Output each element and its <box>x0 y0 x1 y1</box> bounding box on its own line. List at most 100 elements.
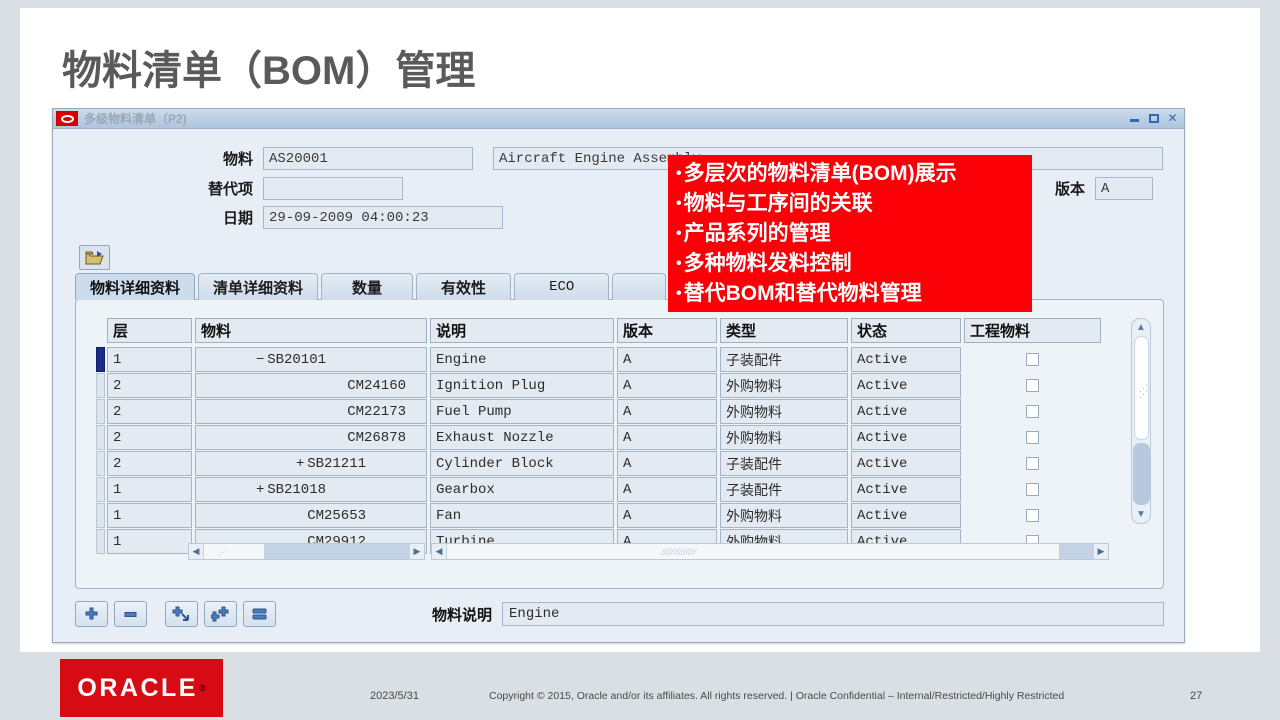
tree-toggle-icon[interactable]: − <box>253 352 267 368</box>
item-description-field[interactable]: Engine <box>502 602 1164 626</box>
engineering-item-checkbox[interactable] <box>1026 353 1039 366</box>
cell-status[interactable]: Active <box>851 347 961 372</box>
cell-description[interactable]: Exhaust Nozzle <box>430 425 614 450</box>
cell-engineering-item[interactable] <box>964 347 1101 372</box>
cell-item[interactable]: CM25653 <box>195 503 427 528</box>
tab-eco[interactable]: ECO <box>514 273 610 300</box>
grid-horizontal-scrollbar-left[interactable]: ◀ ⋰ ▶ <box>188 543 425 560</box>
date-input[interactable]: 29-09-2009 04:00:23 <box>263 206 503 229</box>
engineering-item-checkbox[interactable] <box>1026 457 1039 470</box>
row-selector[interactable] <box>96 347 105 372</box>
engineering-item-checkbox[interactable] <box>1026 379 1039 392</box>
cell-engineering-item[interactable] <box>964 373 1101 398</box>
cell-description[interactable]: Ignition Plug <box>430 373 614 398</box>
cell-revision[interactable]: A <box>617 503 717 528</box>
tree-toggle-icon[interactable]: + <box>253 482 267 498</box>
maximize-icon[interactable] <box>1146 111 1161 125</box>
cell-level[interactable]: 1 <box>107 477 192 502</box>
cell-status[interactable]: Active <box>851 503 961 528</box>
cell-description[interactable]: Gearbox <box>430 477 614 502</box>
engineering-item-checkbox[interactable] <box>1026 483 1039 496</box>
grid-vertical-scrollbar[interactable]: ▲ ⋰ ⋰ ▼ <box>1131 318 1151 524</box>
cell-item[interactable]: + SB21018 <box>195 477 427 502</box>
cell-engineering-item[interactable] <box>964 503 1101 528</box>
tab-item-details[interactable]: 物料详细资料 <box>75 273 196 300</box>
alternate-input[interactable] <box>263 177 403 200</box>
cell-level[interactable]: 2 <box>107 373 192 398</box>
cell-item[interactable]: CM24160 <box>195 373 427 398</box>
scroll-right-icon[interactable]: ▶ <box>1093 544 1108 559</box>
cell-description[interactable]: Cylinder Block <box>430 451 614 476</box>
cell-item[interactable]: − SB20101 <box>195 347 427 372</box>
engineering-item-checkbox[interactable] <box>1026 431 1039 444</box>
cell-status[interactable]: Active <box>851 477 961 502</box>
collapse-button[interactable] <box>243 601 276 627</box>
cell-type[interactable]: 外购物料 <box>720 373 848 398</box>
cell-status[interactable]: Active <box>851 425 961 450</box>
scroll-up-icon[interactable]: ▲ <box>1133 320 1149 335</box>
table-row[interactable]: 2 + SB21211 Cylinder Block A 子装配件 Active <box>96 451 1144 476</box>
cell-type[interactable]: 子装配件 <box>720 451 848 476</box>
row-selector[interactable] <box>96 477 105 502</box>
cell-revision[interactable]: A <box>617 451 717 476</box>
row-selector[interactable] <box>96 503 105 528</box>
row-selector[interactable] <box>96 425 105 450</box>
cell-revision[interactable]: A <box>617 399 717 424</box>
cell-description[interactable]: Fan <box>430 503 614 528</box>
cell-level[interactable]: 1 <box>107 347 192 372</box>
table-row[interactable]: 1 − SB20101 Engine A 子装配件 Active <box>96 347 1144 372</box>
scroll-track[interactable]: ⋰ <box>204 544 409 559</box>
row-selector[interactable] <box>96 529 105 554</box>
cell-status[interactable]: Active <box>851 451 961 476</box>
cell-item[interactable]: + SB21211 <box>195 451 427 476</box>
cell-description[interactable]: Engine <box>430 347 614 372</box>
cell-level[interactable]: 2 <box>107 451 192 476</box>
cell-type[interactable]: 外购物料 <box>720 399 848 424</box>
cell-revision[interactable]: A <box>617 373 717 398</box>
cell-type[interactable]: 外购物料 <box>720 503 848 528</box>
engineering-item-checkbox[interactable] <box>1026 509 1039 522</box>
scroll-thumb[interactable] <box>1133 443 1150 505</box>
scroll-right-icon[interactable]: ▶ <box>409 544 424 559</box>
cell-revision[interactable]: A <box>617 477 717 502</box>
cell-status[interactable]: Active <box>851 373 961 398</box>
cell-type[interactable]: 外购物料 <box>720 425 848 450</box>
tab-bom-details[interactable]: 清单详细资料 <box>198 273 319 300</box>
add-sibling-button[interactable] <box>204 601 237 627</box>
scroll-left-icon[interactable]: ◀ <box>432 544 447 559</box>
item-input[interactable]: AS20001 <box>263 147 473 170</box>
open-folder-button[interactable] <box>79 245 110 270</box>
grid-horizontal-scrollbar-right[interactable]: ◀ ⁄⁄⁄⁄⁄⁄⁄⁄⁄⁄⁄⁄⁄⁄ ▶ <box>431 543 1109 560</box>
cell-level[interactable]: 1 <box>107 503 192 528</box>
tab-quantity[interactable]: 数量 <box>321 273 414 300</box>
cell-level[interactable]: 1 <box>107 529 192 554</box>
cell-engineering-item[interactable] <box>964 425 1101 450</box>
add-row-button[interactable] <box>75 601 108 627</box>
table-row[interactable]: 2 CM26878 Exhaust Nozzle A 外购物料 Active <box>96 425 1144 450</box>
row-selector[interactable] <box>96 451 105 476</box>
cell-engineering-item[interactable] <box>964 451 1101 476</box>
engineering-item-checkbox[interactable] <box>1026 405 1039 418</box>
cell-item[interactable]: CM22173 <box>195 399 427 424</box>
table-row[interactable]: 1 + SB21018 Gearbox A 子装配件 Active <box>96 477 1144 502</box>
cell-level[interactable]: 2 <box>107 425 192 450</box>
cell-status[interactable]: Active <box>851 399 961 424</box>
cell-type[interactable]: 子装配件 <box>720 347 848 372</box>
cell-revision[interactable]: A <box>617 425 717 450</box>
row-selector[interactable] <box>96 399 105 424</box>
close-icon[interactable]: ✕ <box>1165 111 1180 125</box>
minimize-icon[interactable] <box>1127 111 1142 125</box>
cell-engineering-item[interactable] <box>964 399 1101 424</box>
cell-type[interactable]: 子装配件 <box>720 477 848 502</box>
cell-revision[interactable]: A <box>617 347 717 372</box>
scroll-thumb[interactable] <box>1059 544 1093 559</box>
remove-row-button[interactable] <box>114 601 147 627</box>
scroll-track[interactable]: ⋰ ⋰ <box>1134 336 1149 440</box>
tab-effectivity[interactable]: 有效性 <box>416 273 512 300</box>
scroll-down-icon[interactable]: ▼ <box>1133 507 1149 522</box>
table-row[interactable]: 2 CM22173 Fuel Pump A 外购物料 Active <box>96 399 1144 424</box>
table-row[interactable]: 2 CM24160 Ignition Plug A 外购物料 Active <box>96 373 1144 398</box>
scroll-left-icon[interactable]: ◀ <box>189 544 204 559</box>
cell-level[interactable]: 2 <box>107 399 192 424</box>
add-child-button[interactable] <box>165 601 198 627</box>
